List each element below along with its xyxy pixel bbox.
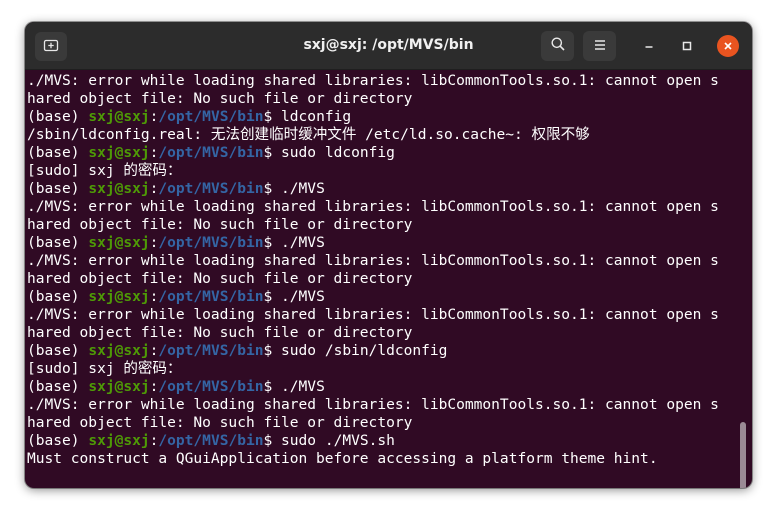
output-line: hared object file: No such file or direc… <box>27 90 413 107</box>
prompt-line: (base) sxj@sxj:/opt/MVS/bin$ ./MVS <box>27 234 719 252</box>
command-text: sudo ./MVS.sh <box>281 432 395 449</box>
prompt-line: (base) sxj@sxj:/opt/MVS/bin$ sudo ./MVS.… <box>27 432 719 450</box>
prompt-line: (base) sxj@sxj:/opt/MVS/bin$ ./MVS <box>27 288 719 306</box>
prompt-user-host: sxj@sxj <box>88 180 150 197</box>
prompt-sigil: $ <box>263 180 282 197</box>
output-line: hared object file: No such file or direc… <box>27 270 413 287</box>
command-text: ldconfig <box>281 108 352 125</box>
output-line: hared object file: No such file or direc… <box>27 324 413 341</box>
prompt-user-host: sxj@sxj <box>88 288 150 305</box>
terminal-content[interactable]: ./MVS: error while loading shared librar… <box>25 70 752 488</box>
output-line: /sbin/ldconfig.real: 无法创建临时缓冲文件 /etc/ld.… <box>27 126 590 143</box>
prompt-sigil: $ <box>263 234 282 251</box>
maximize-button[interactable] <box>676 35 698 57</box>
minimize-button[interactable] <box>638 35 660 57</box>
output-line: ./MVS: error while loading shared librar… <box>27 252 719 269</box>
command-text: ./MVS <box>281 180 325 197</box>
output-line: [sudo] sxj 的密码： <box>27 360 182 377</box>
terminal-output: ./MVS: error while loading shared librar… <box>27 72 719 468</box>
menu-button[interactable] <box>583 31 616 61</box>
prompt-sigil: $ <box>263 144 282 161</box>
output-line: hared object file: No such file or direc… <box>27 216 413 233</box>
close-icon <box>722 37 734 56</box>
command-text: ./MVS <box>281 234 325 251</box>
title-bar[interactable]: sxj@sxj: /opt/MVS/bin <box>25 22 752 70</box>
output-line: ./MVS: error while loading shared librar… <box>27 306 719 323</box>
output-line: [sudo] sxj 的密码： <box>27 162 182 179</box>
close-button[interactable] <box>717 35 739 57</box>
output-line: Must construct a QGuiApplication before … <box>27 450 658 467</box>
maximize-icon <box>681 37 693 56</box>
prompt-path: /opt/MVS/bin <box>158 432 264 449</box>
command-text: ./MVS <box>281 288 325 305</box>
prompt-user-host: sxj@sxj <box>88 144 150 161</box>
prompt-env: (base) <box>27 378 89 395</box>
search-icon <box>550 36 566 56</box>
prompt-user-host: sxj@sxj <box>88 432 150 449</box>
prompt-path: /opt/MVS/bin <box>158 144 264 161</box>
prompt-sigil: $ <box>263 378 282 395</box>
output-line: ./MVS: error while loading shared librar… <box>27 198 719 215</box>
search-button[interactable] <box>541 31 574 61</box>
output-line: ./MVS: error while loading shared librar… <box>27 396 719 413</box>
prompt-sigil: $ <box>263 342 282 359</box>
prompt-env: (base) <box>27 432 89 449</box>
prompt-sigil: $ <box>263 288 282 305</box>
prompt-env: (base) <box>27 144 89 161</box>
prompt-line: (base) sxj@sxj:/opt/MVS/bin$ sudo /sbin/… <box>27 342 719 360</box>
prompt-path: /opt/MVS/bin <box>158 342 264 359</box>
output-line: ./MVS: error while loading shared librar… <box>27 72 719 89</box>
terminal-window: sxj@sxj: /opt/MVS/bin ./MVS: error while… <box>25 22 752 488</box>
prompt-path: /opt/MVS/bin <box>158 378 264 395</box>
prompt-sigil: $ <box>263 432 282 449</box>
prompt-line: (base) sxj@sxj:/opt/MVS/bin$ ./MVS <box>27 378 719 396</box>
prompt-env: (base) <box>27 234 89 251</box>
scrollbar[interactable] <box>740 422 746 488</box>
command-text: sudo ldconfig <box>281 144 395 161</box>
prompt-env: (base) <box>27 288 89 305</box>
prompt-line: (base) sxj@sxj:/opt/MVS/bin$ ./MVS <box>27 180 719 198</box>
prompt-path: /opt/MVS/bin <box>158 288 264 305</box>
hamburger-menu-icon <box>593 37 607 56</box>
prompt-path: /opt/MVS/bin <box>158 234 264 251</box>
command-text: ./MVS <box>281 378 325 395</box>
prompt-sigil: $ <box>263 108 282 125</box>
output-line: hared object file: No such file or direc… <box>27 414 413 431</box>
prompt-env: (base) <box>27 342 89 359</box>
prompt-user-host: sxj@sxj <box>88 108 150 125</box>
prompt-line: (base) sxj@sxj:/opt/MVS/bin$ ldconfig <box>27 108 719 126</box>
prompt-user-host: sxj@sxj <box>88 234 150 251</box>
command-text: sudo /sbin/ldconfig <box>281 342 448 359</box>
minimize-icon <box>643 37 655 56</box>
prompt-env: (base) <box>27 180 89 197</box>
prompt-user-host: sxj@sxj <box>88 342 150 359</box>
prompt-line: (base) sxj@sxj:/opt/MVS/bin$ sudo ldconf… <box>27 144 719 162</box>
prompt-path: /opt/MVS/bin <box>158 108 264 125</box>
prompt-path: /opt/MVS/bin <box>158 180 264 197</box>
prompt-user-host: sxj@sxj <box>88 378 150 395</box>
prompt-env: (base) <box>27 108 89 125</box>
